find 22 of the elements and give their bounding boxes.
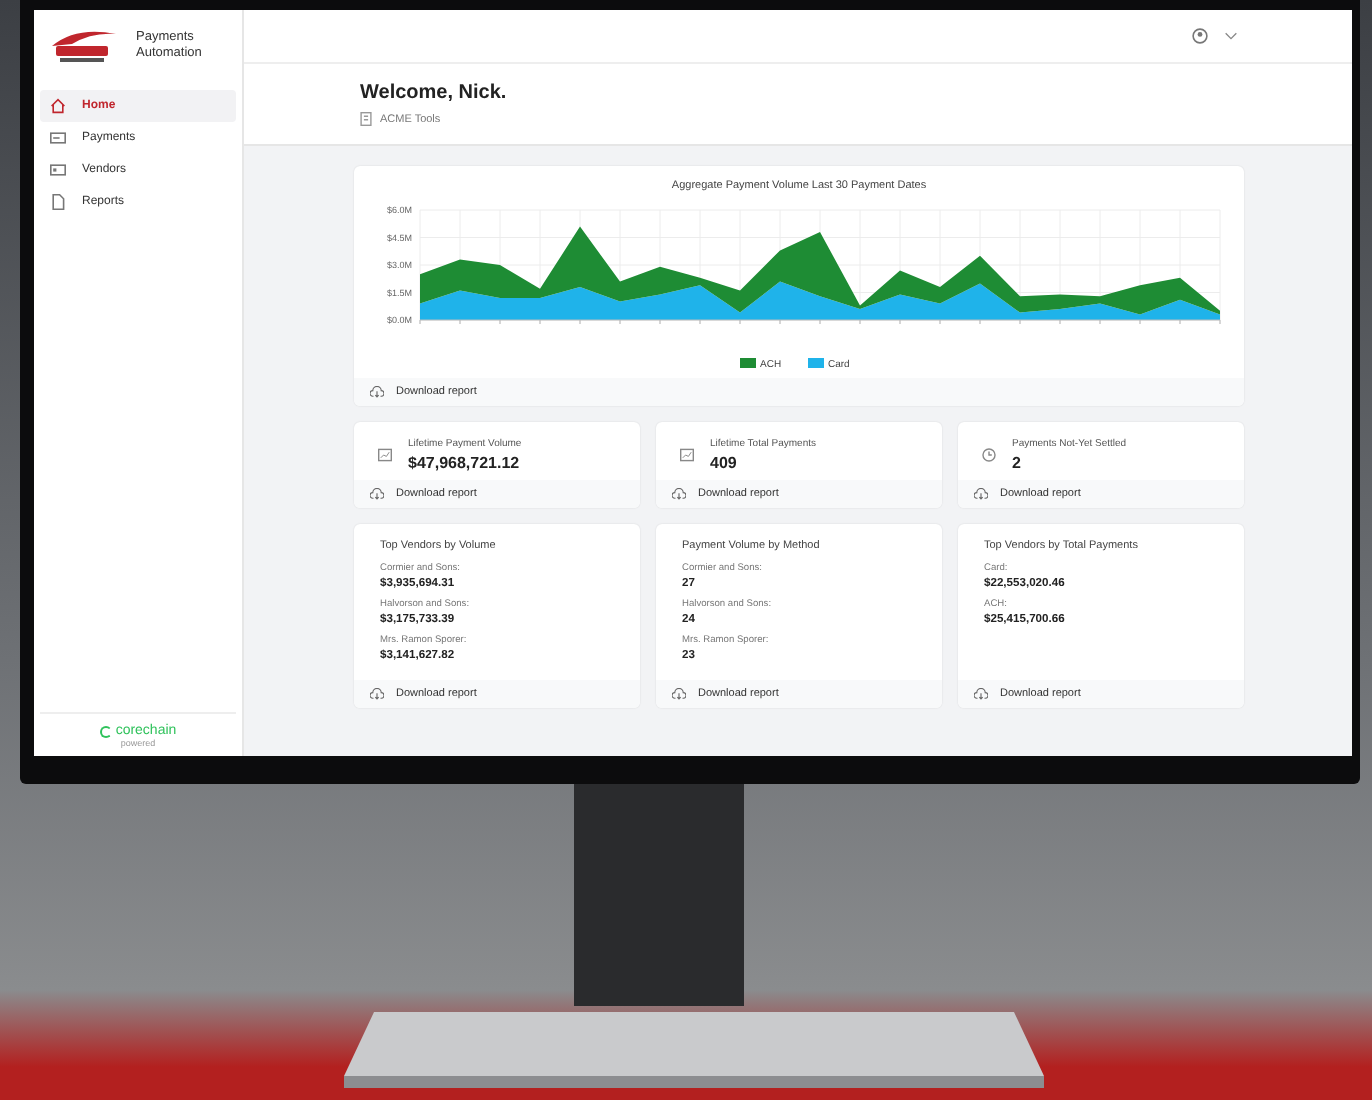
chart-icon xyxy=(378,448,392,462)
stat-value: 409 xyxy=(710,454,739,472)
id-card-icon xyxy=(50,162,66,178)
building-icon xyxy=(360,112,372,126)
user-icon[interactable] xyxy=(1192,28,1208,44)
stat-value: 2 xyxy=(1012,454,1023,472)
stat-value: $47,968,721.12 xyxy=(408,454,522,472)
chevron-down-icon[interactable] xyxy=(1224,32,1238,40)
cloud-download-icon xyxy=(370,688,384,700)
cloud-download-icon xyxy=(974,488,988,500)
brand-c-icon xyxy=(99,725,112,737)
clock-icon xyxy=(982,448,996,462)
card-icon xyxy=(50,130,66,146)
welcome-heading: Welcome, Nick. xyxy=(360,82,509,104)
cloud-download-icon xyxy=(370,488,384,500)
cloud-download-icon xyxy=(974,688,988,700)
home-icon xyxy=(50,98,66,114)
cloud-download-icon xyxy=(672,488,686,500)
cloud-download-icon xyxy=(672,688,686,700)
document-icon xyxy=(50,194,66,210)
cloud-download-icon xyxy=(370,386,384,398)
chart-icon xyxy=(680,448,694,462)
